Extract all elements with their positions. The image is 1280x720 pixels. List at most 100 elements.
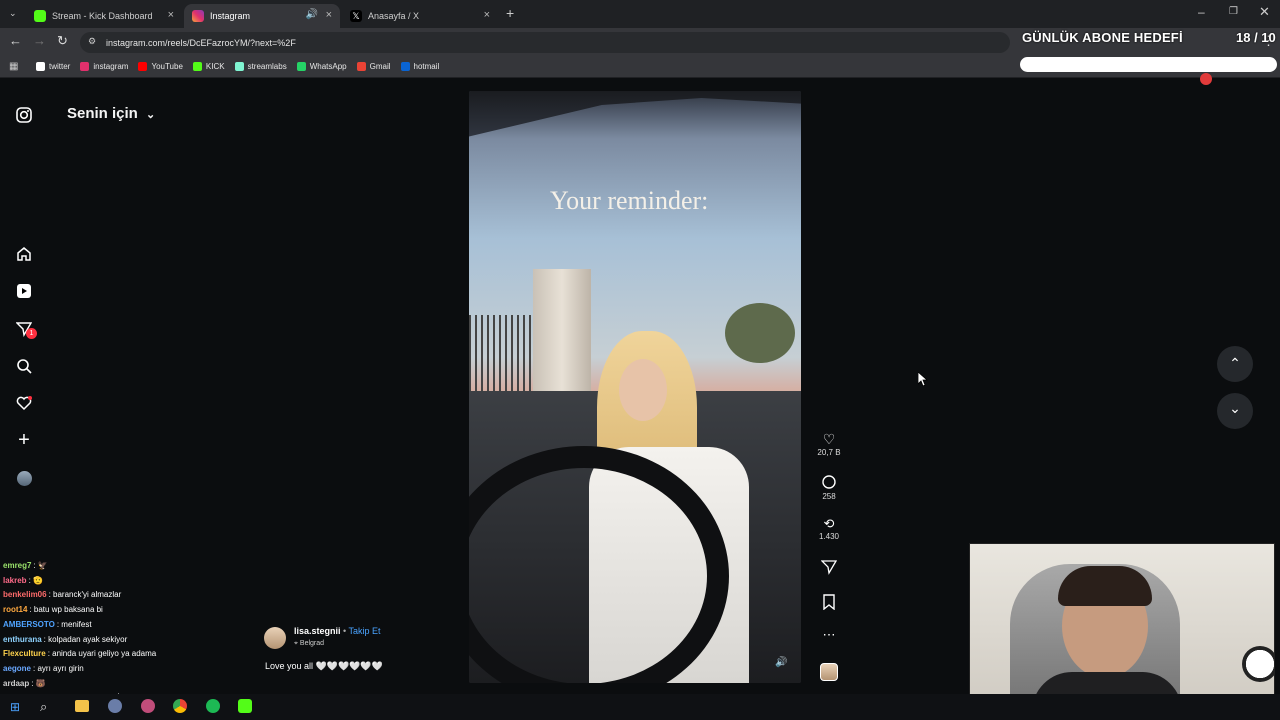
- reels-icon[interactable]: [14, 281, 34, 301]
- subscriber-goal-progress-bar: [1020, 57, 1277, 72]
- webcam-feed: [969, 543, 1275, 716]
- address-bar[interactable]: ⚙ instagram.com/reels/DcEFazrocYM/?next=…: [80, 32, 1010, 53]
- location-line[interactable]: ⌖ Belgrad: [294, 640, 324, 648]
- bookmark-streamlabs[interactable]: streamlabs: [234, 62, 287, 71]
- tab-label: Stream - Kick Dashboard: [52, 11, 153, 21]
- chat-message: aegone: ayrı ayrı girin: [3, 664, 84, 673]
- tab-kick-dashboard[interactable]: Stream - Kick Dashboard ×: [26, 4, 182, 28]
- chat-text: : baranck'yi almazlar: [48, 590, 122, 600]
- comment-icon: [812, 474, 846, 492]
- bookmark-hotmail[interactable]: hotmail: [400, 62, 439, 71]
- bookmark-kick[interactable]: KICK: [192, 62, 225, 71]
- gmail-icon: [356, 62, 366, 71]
- chat-message: root14: batu wp baksana bi: [3, 605, 103, 614]
- chat-text: : aninda uyari geliyo ya adama: [47, 649, 157, 659]
- youtube-icon: [138, 62, 148, 71]
- hotmail-icon: [400, 62, 410, 71]
- forward-icon[interactable]: →: [33, 33, 46, 48]
- chat-message: emreg7: 🦅: [3, 561, 48, 570]
- heart-icon: ♡: [822, 431, 836, 447]
- tab-x-home[interactable]: 𝕏 Anasayfa / X ×: [342, 4, 498, 28]
- tab-instagram[interactable]: Instagram 🔊 ×: [184, 4, 340, 28]
- chat-text: : 🐻: [31, 678, 46, 688]
- spotify-icon[interactable]: [206, 699, 220, 713]
- chat-username: benkelim06: [3, 590, 47, 600]
- file-explorer-icon[interactable]: [75, 700, 89, 712]
- home-icon[interactable]: [14, 244, 34, 264]
- app-icon[interactable]: [141, 699, 155, 713]
- new-tab-icon[interactable]: +: [506, 5, 514, 21]
- face-shape: [619, 359, 667, 421]
- bookmark-instagram[interactable]: instagram: [80, 62, 128, 71]
- search-icon[interactable]: [14, 356, 34, 376]
- chat-message: AMBERSOTO: menifest: [3, 620, 92, 629]
- progress-fill: [1022, 59, 1275, 70]
- share-icon[interactable]: [812, 559, 846, 577]
- chat-text: : 🫡: [28, 575, 43, 585]
- author-line: lisa.stegnii • Takip Et: [294, 626, 381, 636]
- audio-playing-icon[interactable]: 🔊: [306, 9, 318, 20]
- next-reel-button[interactable]: ⌄: [1217, 393, 1253, 429]
- taskbar-search-icon[interactable]: ⌕: [40, 699, 47, 715]
- instagram-logo-icon[interactable]: [14, 105, 34, 125]
- close-tab-icon[interactable]: ×: [168, 9, 174, 21]
- app-icon[interactable]: [108, 699, 122, 713]
- bookmark-youtube[interactable]: YouTube: [138, 62, 183, 71]
- reel-video[interactable]: 🔊: [469, 91, 801, 683]
- chat-message: Flexculture: aninda uyari geliyo ya adam…: [3, 649, 156, 658]
- author-avatar[interactable]: [264, 627, 286, 649]
- goal-marker: [1200, 73, 1212, 85]
- chat-username: emreg7: [3, 561, 32, 570]
- subscriber-goal-count: 18 / 10: [1236, 30, 1276, 45]
- save-bookmark-icon[interactable]: [812, 594, 846, 612]
- instagram-icon: [192, 10, 204, 22]
- streamlabs-icon: [234, 62, 244, 71]
- x-icon: 𝕏: [350, 10, 362, 22]
- chat-username: root14: [3, 605, 28, 615]
- repost-count: 1.430: [818, 532, 840, 541]
- close-tab-icon[interactable]: ×: [326, 9, 332, 21]
- bookmark-gmail[interactable]: Gmail: [356, 62, 391, 71]
- profile-avatar[interactable]: [14, 468, 34, 488]
- notifications-heart-icon[interactable]: [14, 393, 34, 413]
- minimize-icon[interactable]: –: [1198, 5, 1205, 19]
- reel-overlay-text: Your reminder:: [550, 186, 709, 215]
- close-tab-icon[interactable]: ×: [484, 9, 490, 21]
- chat-message: lakreb: 🫡: [3, 576, 43, 585]
- repost-icon: ⟲: [823, 516, 835, 531]
- close-window-icon[interactable]: ✕: [1259, 4, 1270, 20]
- location-label: Belgrad: [299, 640, 325, 647]
- author-username[interactable]: lisa.stegnii: [294, 626, 341, 636]
- reload-icon[interactable]: ↻: [57, 33, 68, 49]
- messages-icon[interactable]: 1: [14, 319, 37, 339]
- apps-grid-icon[interactable]: ▦: [9, 61, 18, 72]
- twitter-icon: [36, 62, 45, 71]
- subscriber-goal-title: GÜNLÜK ABONE HEDEFİ: [1022, 30, 1183, 45]
- feed-selector[interactable]: Senin için ⌄: [67, 105, 155, 122]
- back-icon[interactable]: ←: [9, 33, 22, 48]
- restore-icon[interactable]: ❐: [1229, 6, 1238, 17]
- previous-reel-button[interactable]: ⌃: [1217, 346, 1253, 382]
- chrome-icon[interactable]: [173, 699, 187, 713]
- bookmark-twitter[interactable]: twitter: [36, 62, 70, 71]
- kick-icon: [34, 10, 46, 22]
- repost-action[interactable]: ⟲ 1.430: [812, 516, 846, 541]
- kick-icon: [192, 62, 202, 71]
- chat-text: : kolpadan ayak sekiyor: [43, 634, 128, 644]
- windows-start-icon[interactable]: ⊞: [10, 700, 20, 714]
- site-info-icon[interactable]: ⚙: [88, 36, 96, 47]
- audio-thumbnail[interactable]: [820, 663, 838, 681]
- kick-app-icon[interactable]: [238, 699, 252, 713]
- follow-button[interactable]: Takip Et: [349, 626, 381, 636]
- chat-message: enthurana: kolpadan ayak sekiyor: [3, 635, 127, 644]
- comment-action[interactable]: 258: [812, 474, 846, 501]
- chat-message: ardaap: 🐻: [3, 679, 46, 688]
- tab-search-chevron-icon[interactable]: ⌄: [9, 8, 17, 19]
- chat-text: : ayrı ayrı girin: [33, 663, 84, 673]
- create-plus-icon[interactable]: +: [14, 429, 34, 451]
- like-action[interactable]: ♡ 20,7 B: [812, 431, 846, 457]
- volume-icon[interactable]: 🔊: [775, 657, 787, 668]
- more-options-icon[interactable]: ⋯: [812, 627, 846, 643]
- instagram-icon: [80, 62, 90, 71]
- bookmark-whatsapp[interactable]: WhatsApp: [296, 62, 347, 71]
